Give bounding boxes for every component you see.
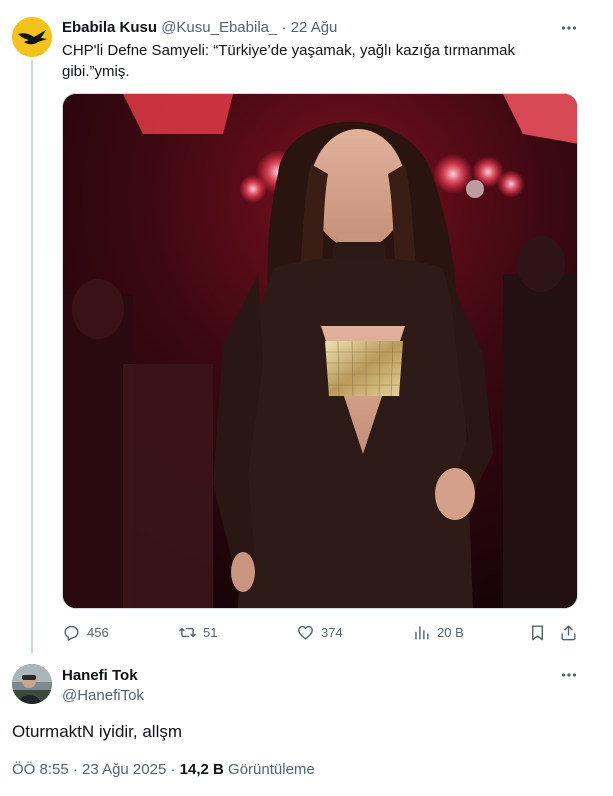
- reply-tweet-text: OturmaktN iyidir, allşm: [12, 722, 183, 741]
- reply-views-count: 14,2 B: [179, 761, 224, 778]
- header-separator: ·: [281, 19, 287, 36]
- meta-separator: ·: [170, 761, 176, 778]
- retweet-icon: [179, 627, 196, 637]
- share-button[interactable]: [559, 620, 578, 644]
- parent-more-button[interactable]: [558, 17, 580, 39]
- retweet-button[interactable]: 51: [178, 620, 217, 644]
- more-dots-icon: [561, 673, 577, 677]
- share-upload-icon: [561, 624, 576, 640]
- reply-meta-line: ÖÖ 8:55 · 23 Ağu 2025 · 14,2 B Görüntüle…: [12, 760, 315, 780]
- parent-date[interactable]: 22 Ağu: [291, 19, 338, 36]
- thread-connector-line: [31, 60, 33, 654]
- reply-count: 456: [87, 624, 109, 640]
- reply-time[interactable]: ÖÖ 8:55: [12, 761, 69, 778]
- reply-views-label: Görüntüleme: [228, 761, 315, 778]
- meta-separator: ·: [72, 761, 78, 778]
- parent-tweet[interactable]: Ebabila Kusu @Kusu_Ebabila_ · 22 Ağu CHP…: [0, 0, 613, 654]
- more-dots-icon: [561, 26, 577, 30]
- tweet-photo[interactable]: [62, 93, 578, 609]
- parent-action-bar: 456 51 374 20 B: [62, 620, 582, 644]
- like-button[interactable]: 374: [296, 620, 343, 644]
- parent-author-name[interactable]: Ebabila Kusu: [62, 19, 157, 36]
- views-button[interactable]: 20 B: [412, 620, 464, 644]
- reply-bubble-icon: [64, 625, 79, 641]
- swallow-bird-icon: [12, 17, 52, 57]
- reply-avatar[interactable]: [12, 664, 52, 704]
- views-count: 20 B: [437, 624, 464, 640]
- parent-tweet-text: CHP'li Defne Samyeli: “Türkiye’de yaşama…: [62, 42, 516, 80]
- analytics-bars-icon: [415, 625, 429, 640]
- bookmark-icon: [532, 624, 543, 640]
- woman-in-black-dress-photo: [63, 94, 577, 608]
- reply-more-button[interactable]: [558, 664, 580, 686]
- parent-header: Ebabila Kusu @Kusu_Ebabila_ · 22 Ağu: [62, 18, 337, 37]
- like-count: 374: [321, 624, 343, 640]
- parent-avatar[interactable]: [12, 17, 52, 57]
- reply-button[interactable]: 456: [62, 620, 109, 644]
- bookmark-button[interactable]: [528, 620, 547, 644]
- parent-author-handle[interactable]: @Kusu_Ebabila_: [161, 19, 277, 36]
- reply-tweet[interactable]: Hanefi Tok @HanefiTok OturmaktN iyidir, …: [0, 654, 613, 796]
- reply-author-handle[interactable]: @HanefiTok: [62, 686, 144, 705]
- user-photo-avatar: [12, 664, 52, 704]
- heart-icon: [298, 625, 313, 640]
- retweet-count: 51: [203, 624, 218, 640]
- reply-date[interactable]: 23 Ağu 2025: [82, 761, 166, 778]
- reply-author-name[interactable]: Hanefi Tok: [62, 666, 138, 685]
